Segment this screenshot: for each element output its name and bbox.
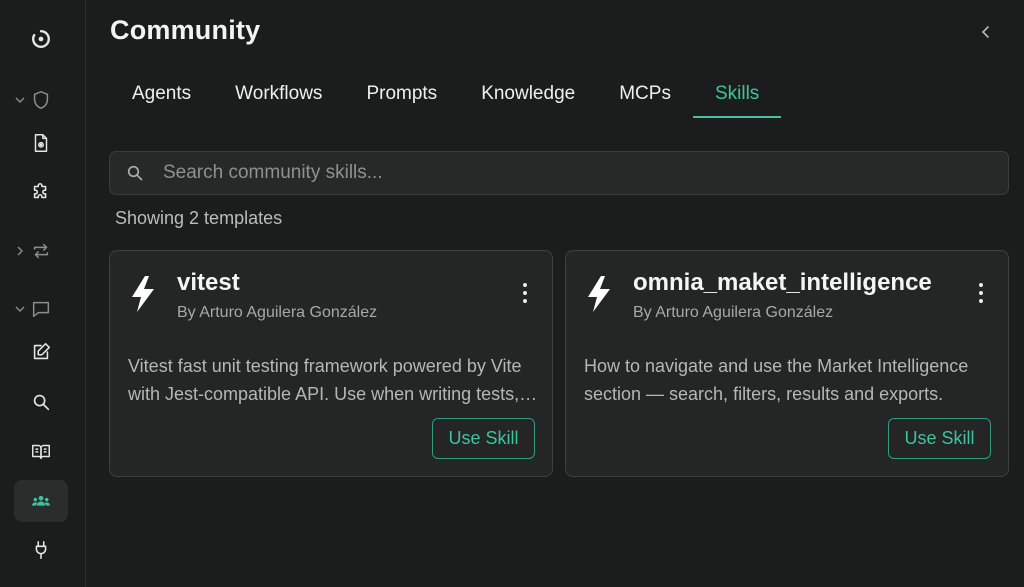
use-skill-button[interactable]: Use Skill — [888, 418, 991, 459]
skill-card[interactable]: omnia_maket_intelligence By Arturo Aguil… — [565, 250, 1009, 477]
tab-agents[interactable]: Agents — [110, 70, 213, 118]
card-grid: vitest By Arturo Aguilera González Vites… — [109, 250, 1009, 477]
chat-icon[interactable] — [14, 288, 68, 330]
bolt-icon — [128, 275, 158, 313]
use-skill-button[interactable]: Use Skill — [432, 418, 535, 459]
results-count: Showing 2 templates — [115, 208, 283, 228]
card-description: How to navigate and use the Market Intel… — [584, 356, 969, 404]
page-title: Community — [110, 15, 261, 45]
more-options-icon[interactable] — [520, 281, 530, 305]
shield-icon[interactable] — [14, 79, 68, 121]
main-content: Community Agents Workflows Prompts Knowl… — [86, 0, 1024, 587]
search-bar — [109, 151, 1009, 195]
search-icon — [126, 164, 144, 182]
tab-workflows[interactable]: Workflows — [213, 70, 344, 118]
tab-knowledge[interactable]: Knowledge — [459, 70, 597, 118]
repeat-icon[interactable] — [14, 230, 68, 272]
card-author: By Arturo Aguilera González — [177, 304, 378, 321]
app-window: Community Agents Workflows Prompts Knowl… — [0, 0, 1024, 587]
card-title: omnia_maket_intelligence — [633, 269, 932, 296]
chevron-left-icon[interactable] — [976, 22, 996, 42]
tab-bar: Agents Workflows Prompts Knowledge MCPs … — [110, 70, 782, 118]
search-input[interactable] — [163, 162, 1008, 184]
logo-icon[interactable] — [14, 18, 68, 60]
edit-icon[interactable] — [14, 331, 68, 373]
community-icon[interactable] — [14, 480, 68, 522]
tab-mcps[interactable]: MCPs — [597, 70, 693, 118]
tab-prompts[interactable]: Prompts — [344, 70, 459, 118]
plug-icon[interactable] — [14, 529, 68, 571]
skill-card[interactable]: vitest By Arturo Aguilera González Vites… — [109, 250, 553, 477]
book-icon[interactable] — [14, 430, 68, 472]
puzzle-icon[interactable] — [14, 171, 68, 213]
tab-skills[interactable]: Skills — [692, 70, 782, 118]
card-description: Vitest fast unit testing framework power… — [128, 356, 522, 404]
sidebar — [0, 0, 86, 587]
more-options-icon[interactable] — [976, 281, 986, 305]
search-icon[interactable] — [14, 381, 68, 423]
card-title: vitest — [177, 269, 240, 296]
document-gear-icon[interactable] — [14, 122, 68, 164]
card-author: By Arturo Aguilera González — [633, 304, 834, 321]
bolt-icon — [584, 275, 614, 313]
